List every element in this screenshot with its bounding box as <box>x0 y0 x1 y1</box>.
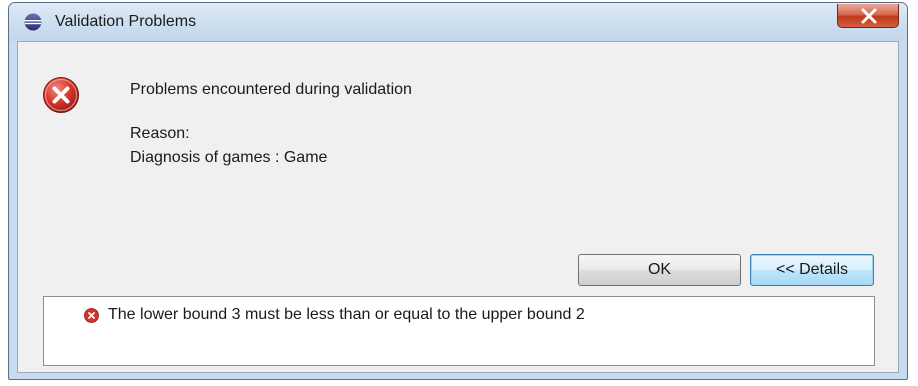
eclipse-icon <box>23 12 43 32</box>
validation-problems-dialog: Validation Problems Problems encountered… <box>8 2 908 380</box>
close-button[interactable] <box>837 4 899 28</box>
error-icon <box>42 76 80 114</box>
reason-text: Diagnosis of games : Game <box>130 149 328 166</box>
error-message: Problems encountered during validation <box>130 81 412 98</box>
details-button[interactable]: << Details <box>750 254 874 286</box>
error-icon <box>84 308 99 323</box>
title-bar[interactable]: Validation Problems <box>9 3 907 41</box>
close-icon <box>861 8 877 24</box>
dialog-title: Validation Problems <box>55 13 197 30</box>
detail-message: The lower bound 3 must be less than or e… <box>108 306 585 323</box>
details-list[interactable]: The lower bound 3 must be less than or e… <box>43 296 875 366</box>
dialog-content: Problems encountered during validation R… <box>17 41 899 373</box>
ok-button[interactable]: OK <box>578 254 741 286</box>
reason-label: Reason: <box>130 125 190 142</box>
